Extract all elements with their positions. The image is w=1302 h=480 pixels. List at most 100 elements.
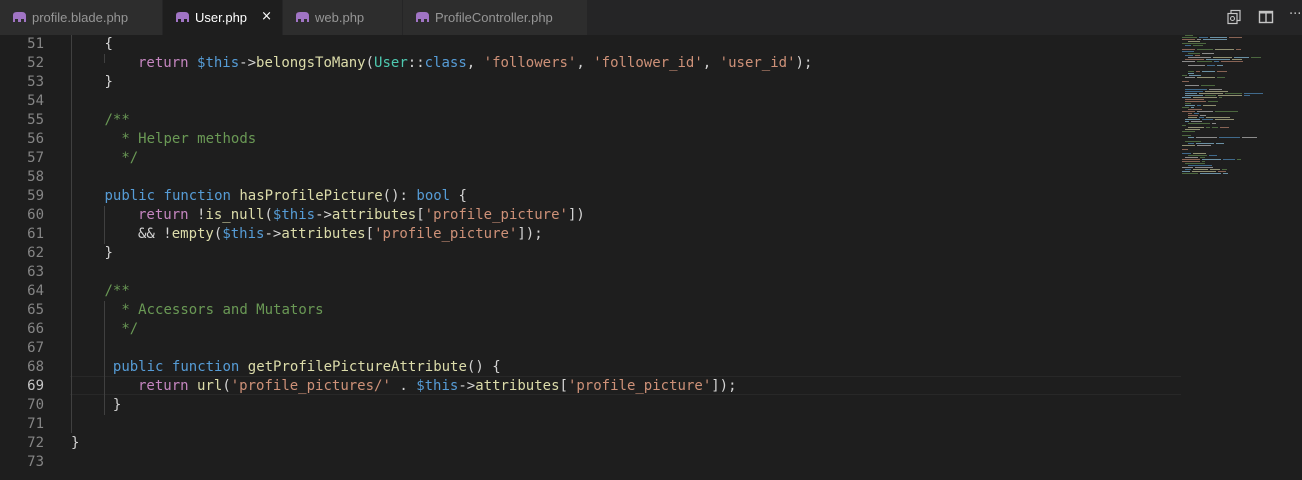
- minimap-line: [1182, 173, 1198, 174]
- minimap-line: [1182, 49, 1195, 50]
- minimap-line: [1188, 115, 1198, 116]
- line-number: 69: [27, 378, 44, 394]
- code-line[interactable]: */: [113, 320, 138, 339]
- code-line[interactable]: {: [105, 35, 113, 54]
- minimap-line: [1196, 143, 1214, 144]
- code-line[interactable]: && !empty($this->attributes['profile_pic…: [138, 225, 543, 244]
- minimap-line: [1185, 129, 1200, 130]
- minimap-line: [1207, 65, 1215, 66]
- code-token: attributes: [331, 207, 417, 223]
- minimap-line: [1206, 117, 1230, 118]
- minimap-line: [1202, 119, 1213, 120]
- close-icon[interactable]: ×: [261, 9, 272, 24]
- minimap-line: [1185, 119, 1200, 120]
- code-token: 'user_id': [719, 55, 796, 71]
- minimap-line: [1185, 89, 1207, 90]
- minimap-line: [1185, 169, 1191, 170]
- code-line[interactable]: return $this->belongsToMany(User::class,…: [138, 54, 812, 73]
- minimap-line: [1182, 61, 1195, 62]
- tab-user-php[interactable]: User.php ×: [163, 0, 283, 35]
- code-token: attributes: [281, 226, 366, 242]
- minimap-line: [1213, 57, 1232, 58]
- code-token: }: [104, 74, 113, 90]
- minimap-line: [1202, 53, 1214, 54]
- minimap-line: [1214, 61, 1219, 62]
- minimap-line: [1202, 161, 1205, 162]
- minimap[interactable]: [1180, 35, 1290, 185]
- minimap-line: [1220, 127, 1229, 128]
- code-token: }: [71, 435, 80, 451]
- tab-profile-controller[interactable]: ProfileController.php: [403, 0, 588, 35]
- code-token: 'follower_id': [593, 55, 703, 71]
- code-line[interactable]: * Helper methods: [113, 130, 256, 149]
- line-number: 60: [27, 207, 44, 223]
- line-number: 56: [27, 131, 44, 147]
- minimap-line: [1188, 123, 1210, 124]
- minimap-line: [1185, 141, 1201, 142]
- code-token: function: [163, 188, 240, 204]
- code-token: ->: [315, 207, 332, 223]
- code-line[interactable]: }: [105, 73, 113, 92]
- open-changes-icon[interactable]: [1226, 9, 1242, 25]
- code-line[interactable]: * Accessors and Mutators: [113, 301, 323, 320]
- line-number: 62: [27, 245, 44, 261]
- split-editor-icon[interactable]: [1258, 9, 1274, 25]
- code-token: ]);: [711, 378, 737, 394]
- minimap-line: [1197, 39, 1201, 40]
- code-line[interactable]: }: [71, 434, 79, 453]
- code-token: return: [138, 55, 198, 71]
- minimap-line: [1215, 111, 1238, 112]
- minimap-line: [1182, 131, 1195, 132]
- code-line[interactable]: return !is_null($this->attributes['profi…: [138, 206, 585, 225]
- minimap-line: [1205, 91, 1228, 92]
- code-token: /**: [104, 283, 130, 299]
- minimap-line: [1217, 71, 1227, 72]
- code-line[interactable]: */: [113, 149, 138, 168]
- line-number: 51: [27, 36, 44, 52]
- minimap-line: [1210, 169, 1220, 170]
- line-number: 54: [27, 93, 44, 109]
- minimap-line: [1191, 121, 1202, 122]
- minimap-line: [1251, 57, 1261, 58]
- code-line[interactable]: }: [113, 396, 121, 415]
- indent-guide: [104, 54, 105, 63]
- line-number: 61: [27, 226, 44, 242]
- code-line[interactable]: }: [105, 244, 113, 263]
- tab-label: User.php: [195, 10, 248, 25]
- code-line[interactable]: public function hasProfilePicture(): boo…: [105, 187, 467, 206]
- line-number: 73: [27, 454, 44, 470]
- code-line[interactable]: /**: [105, 111, 130, 130]
- minimap-line: [1234, 57, 1249, 58]
- line-number: 67: [27, 340, 44, 356]
- tab-web-php[interactable]: web.php: [283, 0, 403, 35]
- minimap-line: [1218, 95, 1242, 96]
- minimap-line: [1206, 127, 1210, 128]
- php-elephant-icon: [416, 12, 429, 22]
- minimap-line: [1232, 59, 1242, 60]
- minimap-line: [1182, 149, 1188, 150]
- minimap-line: [1197, 145, 1211, 146]
- minimap-line: [1182, 107, 1189, 108]
- code-token: ,: [702, 55, 720, 71]
- minimap-line: [1185, 35, 1193, 36]
- code-token: && !: [138, 226, 172, 242]
- code-token: 'profile_picture': [424, 207, 568, 223]
- minimap-line: [1212, 127, 1218, 128]
- code-token: belongsToMany: [256, 55, 366, 71]
- code-line[interactable]: /**: [105, 282, 130, 301]
- minimap-line: [1215, 49, 1234, 50]
- code-line[interactable]: return url('profile_pictures/' . $this->…: [138, 377, 737, 396]
- tab-label: web.php: [315, 10, 365, 25]
- code-token: {: [458, 188, 467, 204]
- minimap-line: [1185, 121, 1189, 122]
- code-editor[interactable]: 51 52 53 54 55 56 57 58 59 60 61 62 63 64 65 66 67 68 69 70…: [0, 35, 1302, 480]
- code-line[interactable]: public function getProfilePictureAttribu…: [113, 358, 501, 377]
- code-token: }: [112, 397, 122, 413]
- code-token: $this: [416, 378, 459, 394]
- indent-guide: [104, 301, 105, 415]
- line-number: 65: [27, 302, 44, 318]
- minimap-line: [1182, 153, 1191, 154]
- more-actions-icon[interactable]: ···: [1289, 7, 1301, 22]
- minimap-line: [1188, 165, 1212, 166]
- tab-profile-blade[interactable]: profile.blade.php: [0, 0, 163, 35]
